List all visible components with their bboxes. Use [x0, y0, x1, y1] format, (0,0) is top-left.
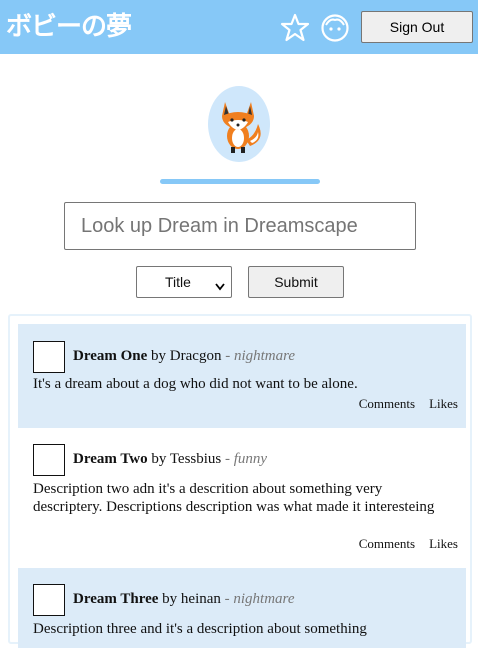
- dream-author[interactable]: heinan: [181, 591, 221, 607]
- dream-actions: Comments Likes: [345, 536, 458, 552]
- by-label: by: [162, 591, 178, 607]
- dream-search-input[interactable]: [64, 202, 416, 250]
- by-label: by: [151, 451, 167, 467]
- by-label: by: [151, 348, 167, 364]
- dream-card[interactable]: Dream Three by heinan - nightmare Descri…: [18, 568, 466, 648]
- dream-title[interactable]: Dream One: [73, 348, 147, 364]
- genre-separator: -: [225, 348, 231, 364]
- dream-heading: Dream Three by heinan - nightmare: [73, 591, 295, 608]
- genre-separator: -: [224, 591, 230, 607]
- search-filter-select[interactable]: Title: [136, 266, 232, 298]
- genre-separator: -: [225, 451, 231, 467]
- dream-genre: funny: [233, 451, 268, 467]
- likes-link[interactable]: Likes: [429, 396, 458, 411]
- dream-card[interactable]: Dream One by Dracgon - nightmare It's a …: [18, 324, 466, 428]
- dream-heading: Dream Two by Tessbius - funny: [73, 451, 267, 468]
- submit-button[interactable]: Submit: [248, 266, 344, 298]
- dream-heading: Dream One by Dracgon - nightmare: [73, 348, 295, 365]
- dream-card[interactable]: Dream Two by Tessbius - funny Descriptio…: [18, 428, 466, 568]
- dream-author[interactable]: Tessbius: [170, 451, 221, 467]
- fox-mascot-image: [208, 86, 270, 162]
- profile-icon[interactable]: [320, 13, 350, 43]
- app-logo[interactable]: ボビーの夢: [6, 10, 132, 44]
- comments-link[interactable]: Comments: [359, 536, 415, 551]
- filter-selected-value: Title: [165, 274, 191, 290]
- dream-author[interactable]: Dracgon: [170, 348, 222, 364]
- dream-genre: nightmare: [233, 348, 296, 364]
- dream-actions: Comments Likes: [345, 396, 458, 412]
- dream-genre: nightmare: [233, 591, 295, 607]
- divider: [160, 179, 320, 184]
- likes-link[interactable]: Likes: [429, 536, 458, 551]
- dream-thumbnail[interactable]: [33, 584, 65, 616]
- dream-thumbnail[interactable]: [33, 444, 65, 476]
- dream-description: Description three and it's a description…: [33, 621, 367, 637]
- dream-description: Description two adn it's a descrition ab…: [33, 481, 435, 515]
- dream-title[interactable]: Dream Three: [73, 591, 158, 607]
- top-bar: ボビーの夢 Sign Out: [0, 0, 478, 54]
- dream-thumbnail[interactable]: [33, 341, 65, 373]
- sign-out-button[interactable]: Sign Out: [361, 11, 473, 43]
- dream-title[interactable]: Dream Two: [73, 451, 148, 467]
- dream-feed[interactable]: Dream One by Dracgon - nightmare It's a …: [8, 314, 472, 648]
- dream-description: It's a dream about a dog who did not wan…: [33, 376, 358, 392]
- chevron-down-icon: [215, 278, 225, 294]
- comments-link[interactable]: Comments: [359, 396, 415, 411]
- star-icon[interactable]: [280, 13, 310, 43]
